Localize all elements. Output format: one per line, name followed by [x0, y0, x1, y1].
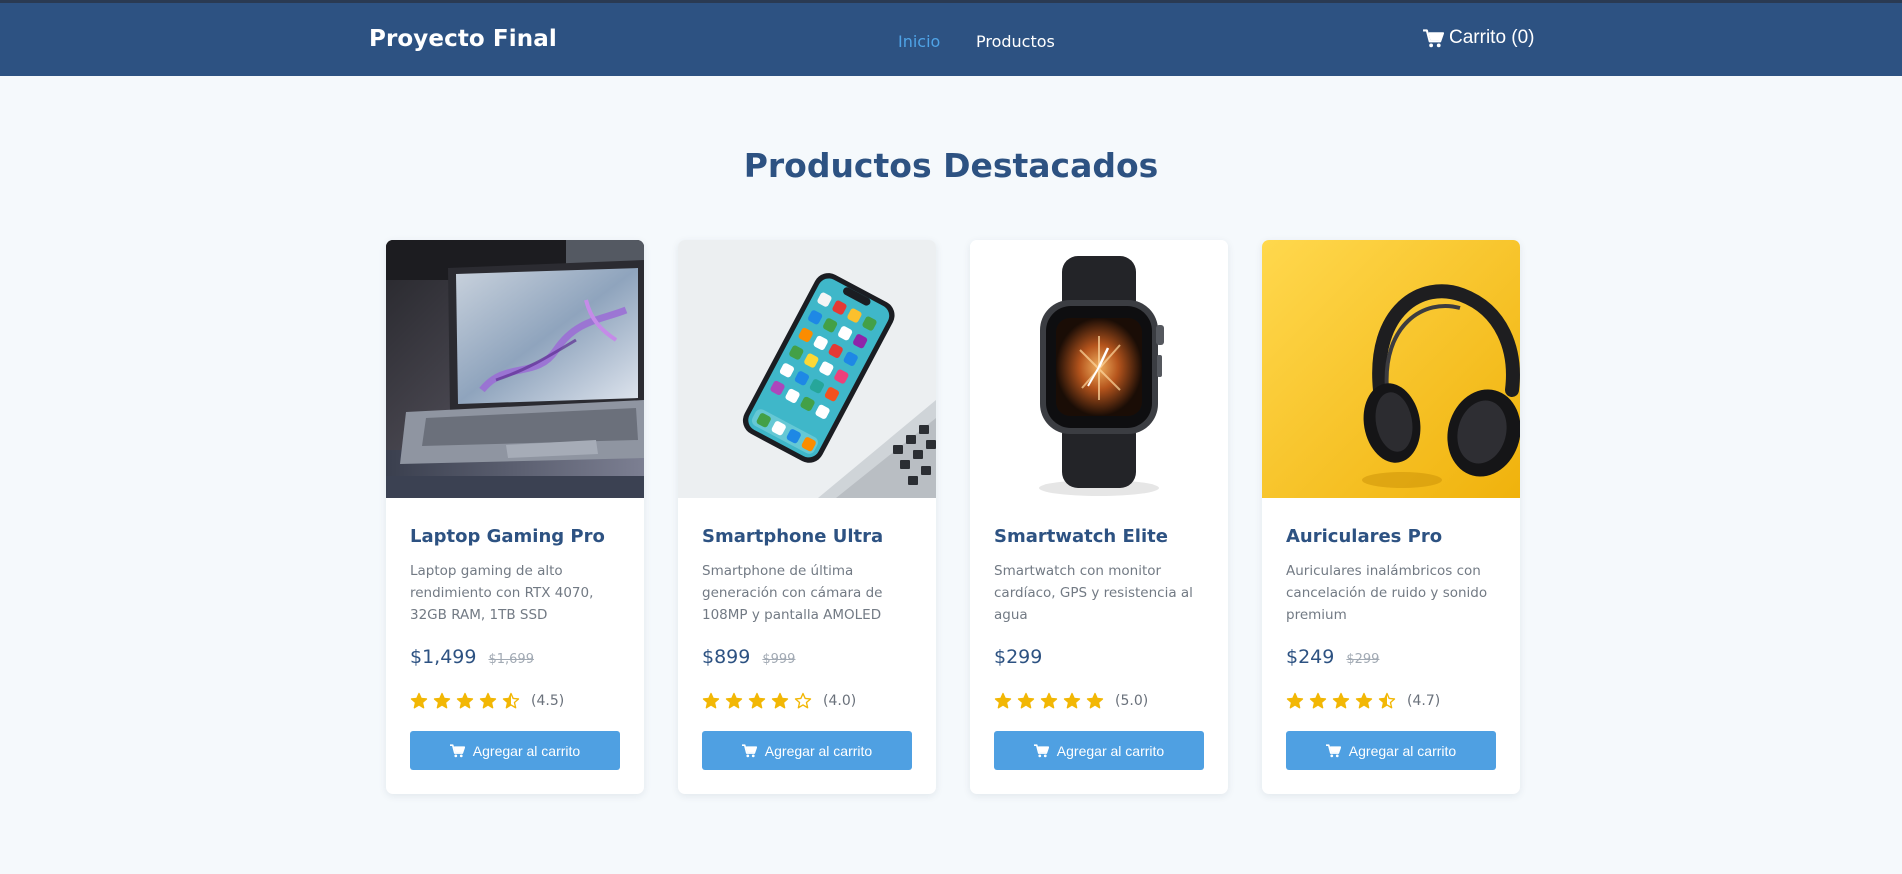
product-description: Auriculares inalámbricos con cancelación… [1286, 563, 1488, 623]
add-to-cart-label: Agregar al carrito [1056, 742, 1165, 759]
section-title: Productos Destacados [743, 146, 1159, 185]
cart-plus-icon [1325, 743, 1341, 757]
cart-plus-icon [1033, 743, 1049, 757]
price-row: $899 $999 [702, 646, 795, 668]
product-name[interactable]: Laptop Gaming Pro [410, 526, 605, 547]
star-icon [771, 692, 789, 709]
star-half-icon [1378, 692, 1396, 709]
price-row: $249 $299 [1286, 646, 1379, 668]
star-icon [994, 692, 1012, 709]
star-empty-icon [794, 692, 812, 709]
star-icon [1355, 692, 1373, 709]
add-to-cart-button[interactable]: Agregar al carrito [702, 731, 912, 770]
product-old-price: $1,699 [488, 652, 534, 667]
product-old-price: $299 [1346, 652, 1380, 667]
add-to-cart-label: Agregar al carrito [1348, 742, 1457, 759]
cart-plus-icon [449, 743, 465, 757]
star-rating [1286, 692, 1396, 710]
nav-link-inicio[interactable]: Inicio [898, 32, 940, 51]
add-to-cart-button[interactable]: Agregar al carrito [410, 731, 620, 770]
star-icon [1309, 692, 1327, 709]
rating-value: (4.7) [1407, 693, 1441, 709]
product-price: $1,499 [410, 646, 477, 668]
product-price: $299 [994, 646, 1043, 668]
star-half-icon [502, 692, 520, 709]
star-icon [725, 692, 743, 709]
product-name[interactable]: Auriculares Pro [1286, 526, 1442, 547]
star-icon [748, 692, 766, 709]
add-to-cart-label: Agregar al carrito [472, 742, 581, 759]
product-card: Auriculares Pro Auriculares inalámbricos… [1262, 240, 1520, 794]
product-card: Smartphone Ultra Smartphone de última ge… [678, 240, 936, 794]
star-rating [994, 692, 1104, 710]
star-icon [479, 692, 497, 709]
add-to-cart-label: Agregar al carrito [764, 742, 873, 759]
product-rating: (4.0) [702, 692, 856, 710]
product-name[interactable]: Smartphone Ultra [702, 526, 883, 547]
star-icon [433, 692, 451, 709]
product-card: Smartwatch Elite Smartwatch con monitor … [970, 240, 1228, 794]
rating-value: (4.0) [823, 693, 857, 709]
rating-value: (4.5) [531, 693, 565, 709]
star-icon [702, 692, 720, 709]
rating-value: (5.0) [1115, 693, 1149, 709]
star-icon [1040, 692, 1058, 709]
product-name[interactable]: Smartwatch Elite [994, 526, 1168, 547]
add-to-cart-button[interactable]: Agregar al carrito [1286, 731, 1496, 770]
smartwatch-photo[interactable] [970, 240, 1228, 498]
shopping-cart-icon [1423, 28, 1444, 47]
star-icon [1063, 692, 1081, 709]
product-rating: (4.5) [410, 692, 564, 710]
headphones-photo[interactable] [1262, 240, 1520, 498]
laptop-photo[interactable] [386, 240, 644, 498]
product-rating: (4.7) [1286, 692, 1440, 710]
star-rating [410, 692, 520, 710]
brand-logo[interactable]: Proyecto Final [369, 26, 557, 52]
product-price: $899 [702, 646, 751, 668]
navbar: Proyecto Final Inicio Productos Carrito … [0, 3, 1902, 76]
price-row: $1,499 $1,699 [410, 646, 534, 668]
product-price: $249 [1286, 646, 1335, 668]
star-icon [410, 692, 428, 709]
product-description: Smartwatch con monitor cardíaco, GPS y r… [994, 563, 1193, 623]
product-description: Smartphone de última generación con cáma… [702, 563, 883, 623]
add-to-cart-button[interactable]: Agregar al carrito [994, 731, 1204, 770]
star-icon [1332, 692, 1350, 709]
cart-label: Carrito (0) [1449, 27, 1535, 48]
smartphone-photo[interactable] [678, 240, 936, 498]
cart-plus-icon [741, 743, 757, 757]
product-rating: (5.0) [994, 692, 1148, 710]
star-icon [1286, 692, 1304, 709]
product-card: Laptop Gaming Pro Laptop gaming de alto … [386, 240, 644, 794]
nav-link-productos[interactable]: Productos [976, 32, 1055, 51]
cart-button[interactable]: Carrito (0) [1423, 27, 1535, 49]
star-icon [456, 692, 474, 709]
product-description: Laptop gaming de alto rendimiento con RT… [410, 563, 594, 623]
star-rating [702, 692, 812, 710]
star-icon [1086, 692, 1104, 709]
price-row: $299 [994, 646, 1042, 668]
star-icon [1017, 692, 1035, 709]
product-old-price: $999 [762, 652, 796, 667]
